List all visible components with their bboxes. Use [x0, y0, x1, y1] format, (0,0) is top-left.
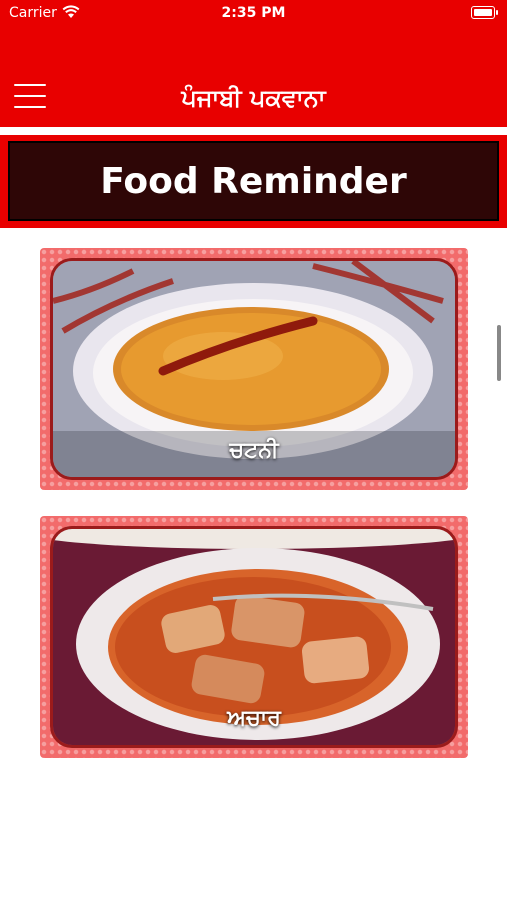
recipe-card-frame: ਚਟਨੀ: [50, 258, 458, 480]
status-bar: Carrier 2:35 PM: [0, 0, 507, 26]
recipe-card-label: ਚਟਨੀ: [229, 438, 279, 463]
scroll-indicator[interactable]: [497, 325, 501, 381]
recipe-card-frame: ਅਚਾਰ: [50, 526, 458, 748]
recipe-card-pickle[interactable]: ਅਚਾਰ: [40, 516, 468, 758]
banner-title: Food Reminder: [100, 160, 407, 202]
recipe-card-chutney[interactable]: ਚਟਨੀ: [40, 248, 468, 490]
recipe-card-label: ਅਚਾਰ: [227, 706, 281, 731]
app-title: ਪੰਜਾਬੀ ਪਕਵਾਨਾ: [181, 84, 326, 112]
status-time: 2:35 PM: [221, 5, 286, 21]
battery-icon: [471, 6, 498, 19]
food-reminder-banner: Food Reminder: [8, 141, 499, 221]
